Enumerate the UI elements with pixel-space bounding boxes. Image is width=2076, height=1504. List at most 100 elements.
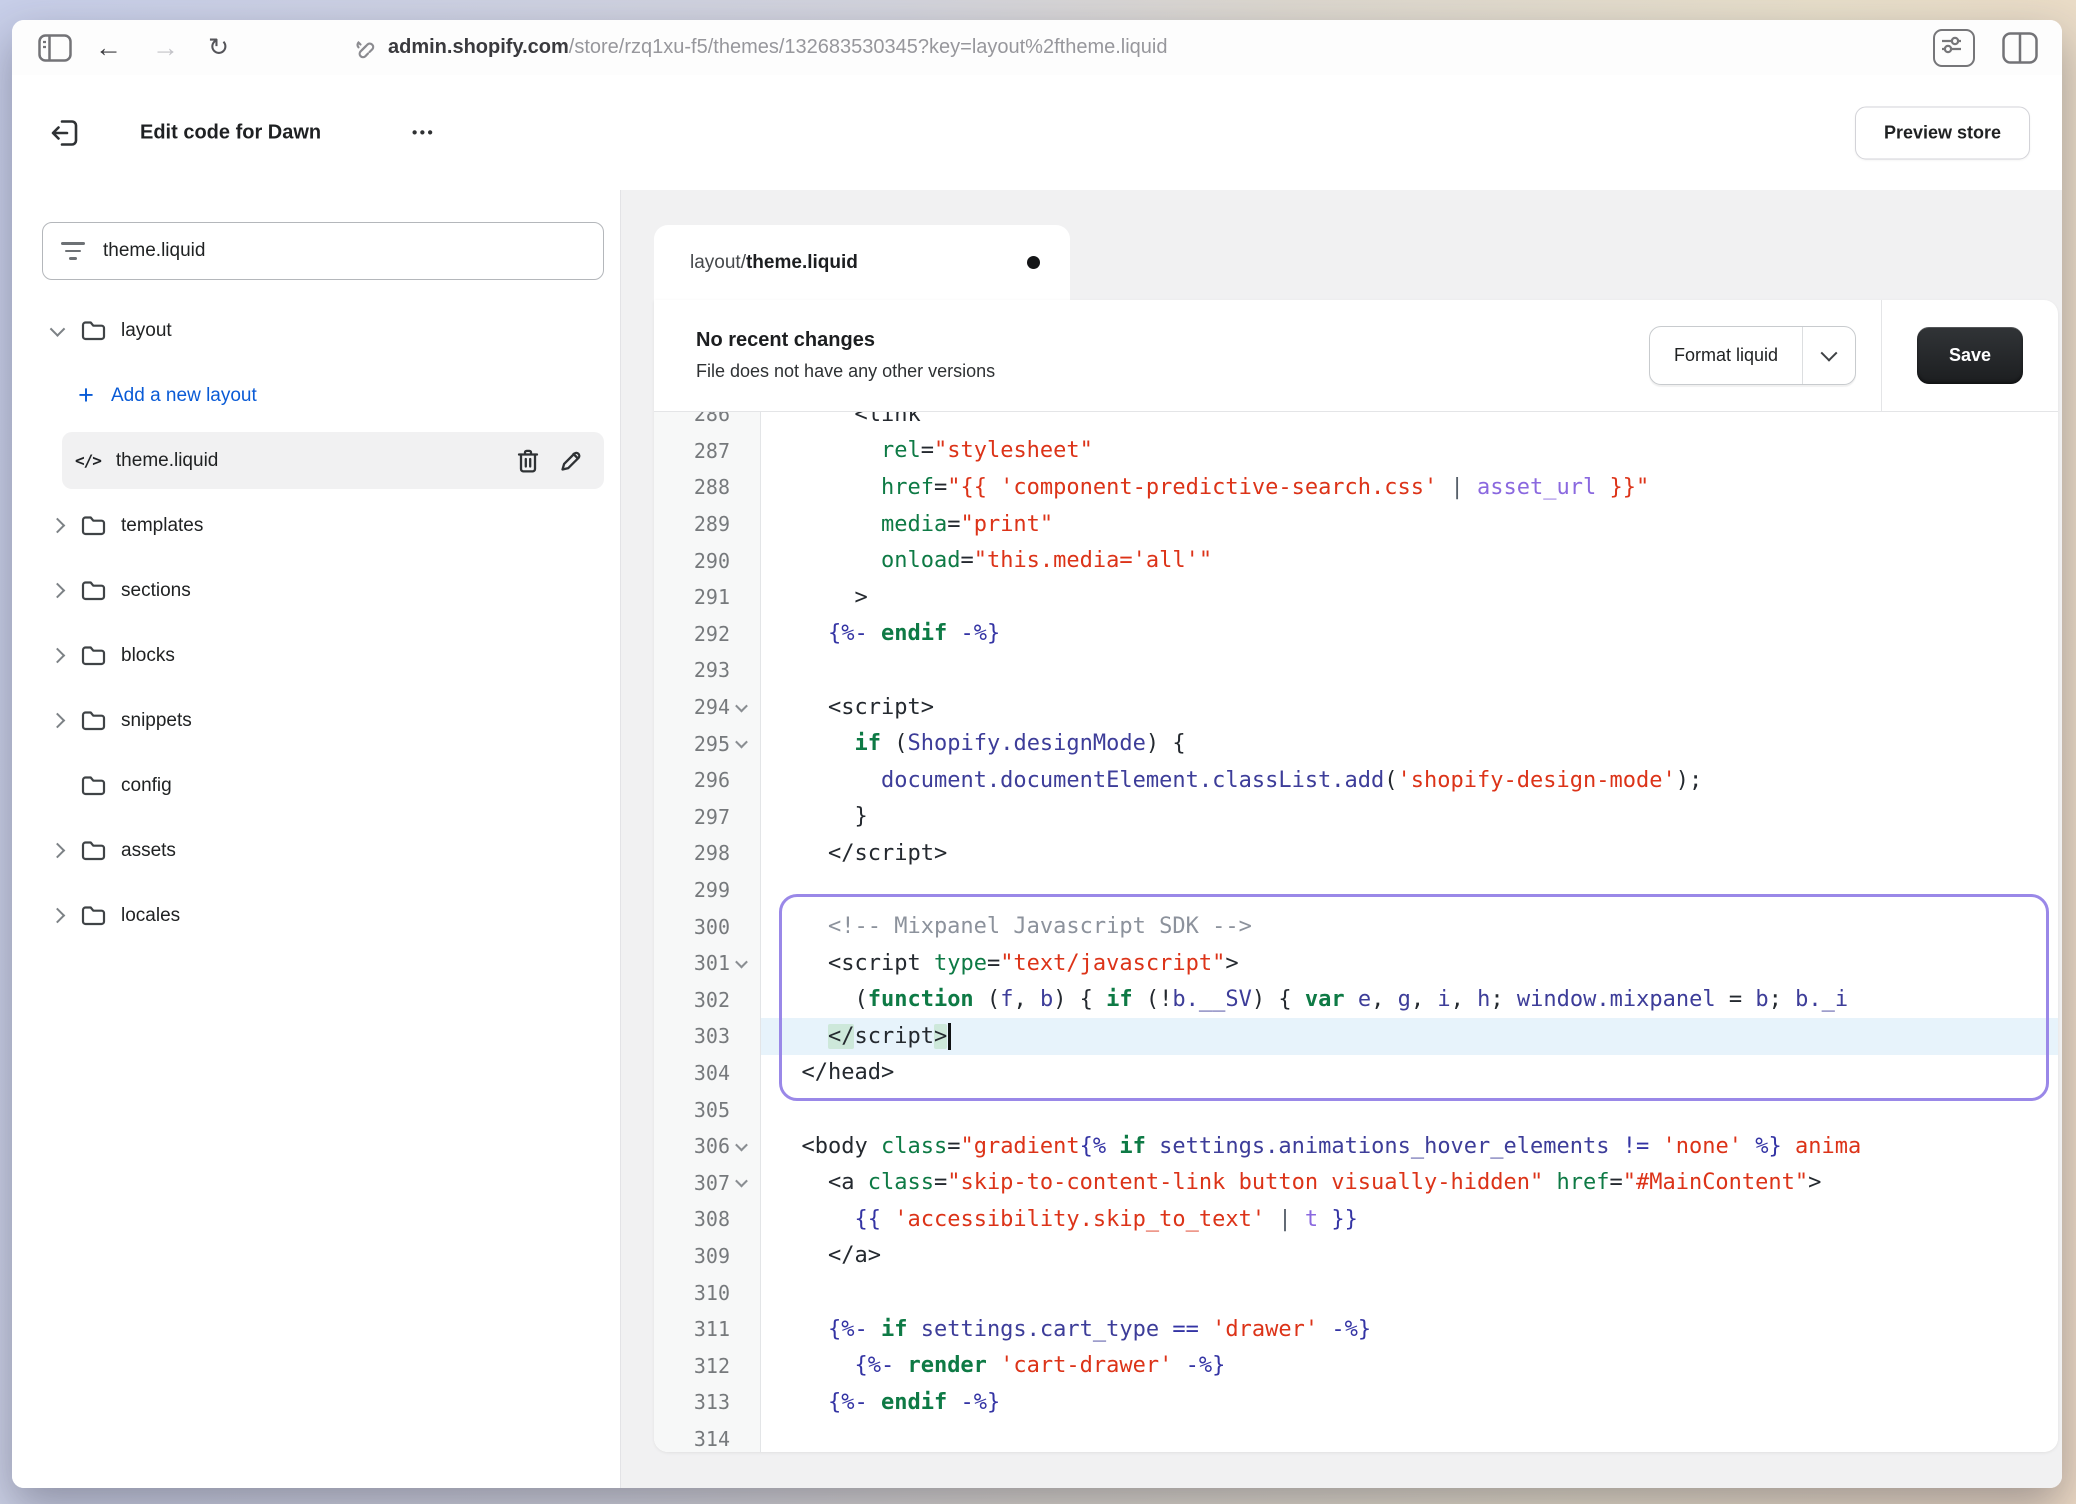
code-line[interactable]: rel="stylesheet" <box>761 433 2058 470</box>
gutter-line: 294 <box>654 689 760 726</box>
more-actions-button[interactable]: ••• <box>412 124 435 141</box>
gutter-line: 296 <box>654 762 760 799</box>
sidebar-toggle-icon[interactable] <box>38 34 72 62</box>
file-theme-liquid[interactable]: </> theme.liquid <box>62 432 604 489</box>
code-line[interactable]: <script> <box>761 689 2058 726</box>
save-button[interactable]: Save <box>1917 327 2023 384</box>
browser-toolbar: ← → ↻ admin.shopify.com/store/rzq1xu-f5/… <box>12 20 2062 76</box>
code-line[interactable]: </head> <box>761 1055 2058 1092</box>
page-title: Edit code for Dawn <box>140 121 321 144</box>
text-cursor <box>948 1023 951 1050</box>
folder-icon <box>81 645 106 666</box>
code-line[interactable] <box>761 652 2058 689</box>
chevron-right-icon[interactable] <box>48 520 66 531</box>
gutter-line: 292 <box>654 616 760 653</box>
chevron-right-icon[interactable] <box>48 845 66 856</box>
gutter-line: 287 <box>654 433 760 470</box>
file-label: theme.liquid <box>116 450 218 472</box>
code-file-icon: </> <box>75 451 101 470</box>
chevron-right-icon[interactable] <box>48 585 66 596</box>
code-line[interactable] <box>761 872 2058 909</box>
address-bar[interactable]: admin.shopify.com/store/rzq1xu-f5/themes… <box>352 20 1168 75</box>
code-line[interactable]: if (Shopify.designMode) { <box>761 725 2058 762</box>
code-line[interactable]: onload="this.media='all'" <box>761 542 2058 579</box>
code-line[interactable]: {%- if settings.cart_type == 'drawer' -%… <box>761 1311 2058 1348</box>
code-line[interactable]: {%- render 'cart-drawer' -%} <box>761 1347 2058 1384</box>
gutter-line: 289 <box>654 506 760 543</box>
folder-blocks[interactable]: blocks <box>12 627 620 684</box>
folder-config[interactable]: config <box>12 757 620 814</box>
chevron-down-icon[interactable] <box>48 325 66 336</box>
file-search-input[interactable] <box>101 239 585 263</box>
format-liquid-button[interactable]: Format liquid <box>1649 326 1856 385</box>
gutter-line: 307 <box>654 1164 760 1201</box>
folder-templates[interactable]: templates <box>12 497 620 554</box>
folder-locales[interactable]: locales <box>12 887 620 944</box>
code-line[interactable]: document.documentElement.classList.add('… <box>761 762 2058 799</box>
folder-icon <box>81 515 106 536</box>
chevron-right-icon[interactable] <box>48 910 66 921</box>
fold-chevron-icon[interactable] <box>730 959 752 968</box>
code-line[interactable]: (function (f, b) { if (!b.__SV) { var e,… <box>761 982 2058 1019</box>
code-line[interactable]: </script> <box>761 835 2058 872</box>
page-settings-icon[interactable] <box>1933 29 1975 67</box>
code-line[interactable]: {%- endif -%} <box>761 616 2058 653</box>
fold-chevron-icon[interactable] <box>730 1178 752 1187</box>
reload-button[interactable]: ↻ <box>208 35 229 60</box>
folder-label: layout <box>121 320 172 342</box>
preview-store-button[interactable]: Preview store <box>1855 106 2030 159</box>
gutter-line: 306 <box>654 1128 760 1165</box>
folder-label: blocks <box>121 645 175 667</box>
code-line[interactable]: <script type="text/javascript"> <box>761 945 2058 982</box>
folder-assets[interactable]: assets <box>12 822 620 879</box>
gutter-line: 304 <box>654 1055 760 1092</box>
split-view-icon[interactable] <box>2002 32 2038 64</box>
add-new-layout-button[interactable]: + Add a new layout <box>12 367 620 424</box>
tab-file-name: theme.liquid <box>746 252 858 274</box>
folder-layout[interactable]: layout <box>12 302 620 359</box>
code-line[interactable]: } <box>761 799 2058 836</box>
gutter-line: 302 <box>654 982 760 1019</box>
forward-button[interactable]: → <box>152 34 179 61</box>
gutter-line: 301 <box>654 945 760 982</box>
code-line[interactable]: </a> <box>761 1238 2058 1275</box>
code-line[interactable] <box>761 1274 2058 1311</box>
folder-sections[interactable]: sections <box>12 562 620 619</box>
chevron-right-icon[interactable] <box>48 715 66 726</box>
gutter-line: 314 <box>654 1421 760 1452</box>
format-options-chevron[interactable] <box>1803 327 1855 384</box>
code-line[interactable]: media="print" <box>761 506 2058 543</box>
gutter-line: 290 <box>654 542 760 579</box>
code-line[interactable] <box>761 1091 2058 1128</box>
code-line[interactable]: <a class="skip-to-content-link button vi… <box>761 1164 2058 1201</box>
folder-snippets[interactable]: snippets <box>12 692 620 749</box>
code-area[interactable]: <link rel="stylesheet" href="{{ 'compone… <box>761 412 2058 1452</box>
rename-file-icon[interactable] <box>558 448 584 474</box>
fold-chevron-icon[interactable] <box>730 1142 752 1151</box>
chevron-right-icon[interactable] <box>48 650 66 661</box>
delete-file-icon[interactable] <box>516 448 540 474</box>
code-line[interactable]: <body class="gradient{% if settings.anim… <box>761 1128 2058 1165</box>
folder-label: config <box>121 775 172 797</box>
fold-chevron-icon[interactable] <box>730 739 752 748</box>
code-line[interactable]: <!-- Mixpanel Javascript SDK --> <box>761 908 2058 945</box>
tab-layout-theme-liquid[interactable]: layout/theme.liquid <box>654 225 1070 300</box>
code-gutter-inner: 2862872882892902912922932942952962972982… <box>654 412 760 1452</box>
gutter-line: 310 <box>654 1274 760 1311</box>
code-line[interactable]: <link <box>761 412 2058 433</box>
file-search-box[interactable] <box>42 222 604 280</box>
code-line[interactable] <box>761 1421 2058 1452</box>
code-line[interactable]: {{ 'accessibility.skip_to_text' | t }} <box>761 1201 2058 1238</box>
gutter-line: 312 <box>654 1347 760 1384</box>
exit-code-editor-button[interactable] <box>48 116 82 150</box>
code-line[interactable]: {%- endif -%} <box>761 1384 2058 1421</box>
code-line[interactable]: > <box>761 579 2058 616</box>
gutter-line: 313 <box>654 1384 760 1421</box>
code-line[interactable]: </script> <box>761 1018 2058 1055</box>
back-button[interactable]: ← <box>95 34 122 61</box>
folder-icon <box>81 840 106 861</box>
fold-chevron-icon[interactable] <box>730 703 752 712</box>
tab-path-prefix: layout/ <box>690 252 746 274</box>
code-line[interactable]: href="{{ 'component-predictive-search.cs… <box>761 469 2058 506</box>
code-editor[interactable]: 2862872882892902912922932942952962972982… <box>654 412 2058 1452</box>
